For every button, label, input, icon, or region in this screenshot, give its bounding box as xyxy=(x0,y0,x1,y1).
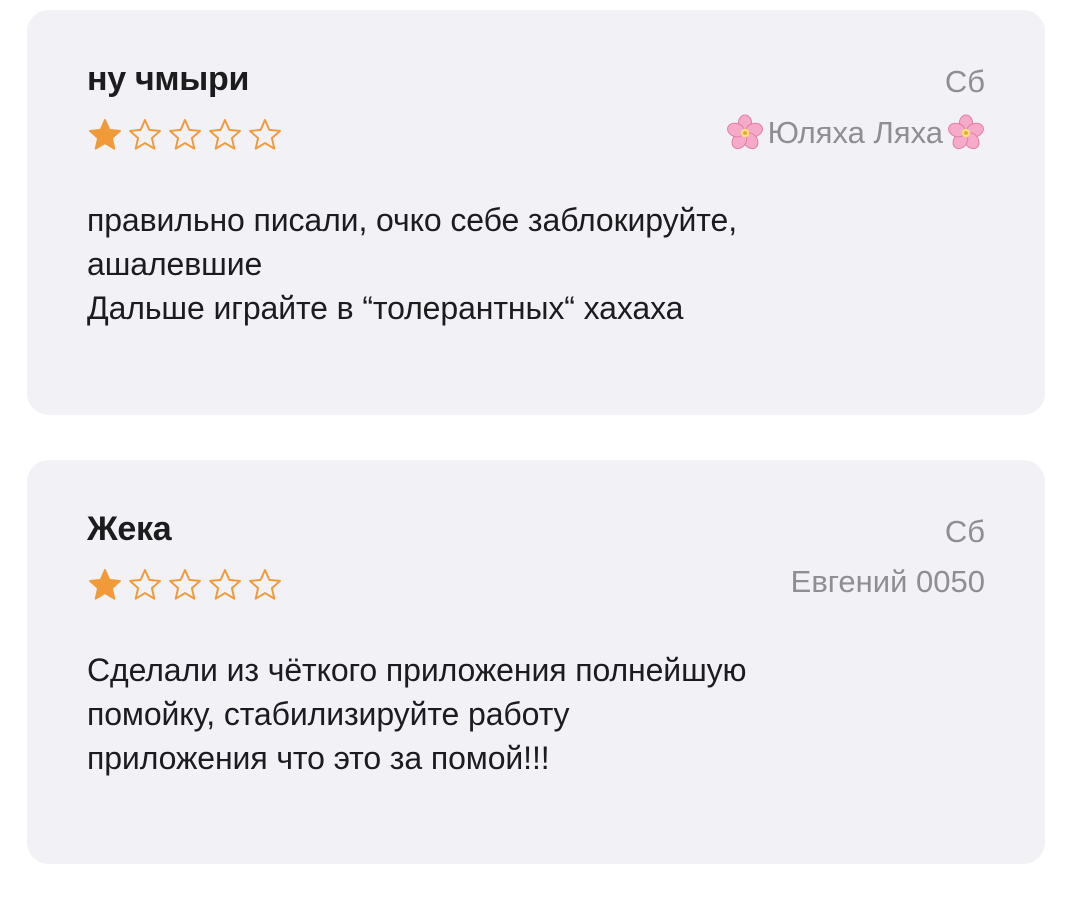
star-empty-icon xyxy=(169,119,201,150)
star-empty-icon xyxy=(169,569,201,600)
star-empty-icon xyxy=(129,119,161,150)
review-title: Жека xyxy=(87,510,172,548)
author-name: Евгений 0050 xyxy=(790,564,985,599)
review-date: Сб xyxy=(944,514,985,549)
review-author: Юляха Ляха xyxy=(726,114,985,152)
review-card[interactable]: ну чмыри Сб Юляха Ляха правильно писали,… xyxy=(27,10,1045,415)
review-body-line: приложения что это за помой!!! xyxy=(87,740,550,776)
review-date: Сб xyxy=(944,64,985,99)
cherry-blossom-icon xyxy=(948,114,984,150)
star-empty-icon xyxy=(249,119,281,150)
review-body-line: правильно писали, очко себе заблокируйте… xyxy=(87,202,737,238)
review-body-line: ашалевшие xyxy=(87,246,263,282)
rating-stars xyxy=(86,567,284,603)
star-empty-icon xyxy=(249,569,281,600)
star-filled-icon xyxy=(89,119,121,150)
rating-stars xyxy=(86,117,284,153)
review-author: Евгений 0050 xyxy=(791,564,985,600)
review-card[interactable]: Жека Сб Евгений 0050 Сделали из чёткого … xyxy=(27,460,1045,864)
review-body: Сделали из чёткого приложения полнейшую … xyxy=(87,648,987,780)
review-title: ну чмыри xyxy=(87,60,250,98)
review-body-line: помойку, стабилизируйте работу xyxy=(87,696,570,732)
star-filled-icon xyxy=(89,569,121,600)
review-body-line: Сделали из чёткого приложения полнейшую xyxy=(87,652,747,688)
review-body-line: Дальше играйте в “толерантных“ хахаха xyxy=(87,290,684,326)
star-empty-icon xyxy=(209,119,241,150)
cherry-blossom-icon xyxy=(726,114,763,150)
author-name: Юляха Ляха xyxy=(767,115,943,150)
review-body: правильно писали, очко себе заблокируйте… xyxy=(87,198,987,330)
star-empty-icon xyxy=(129,569,161,600)
star-empty-icon xyxy=(209,569,241,600)
